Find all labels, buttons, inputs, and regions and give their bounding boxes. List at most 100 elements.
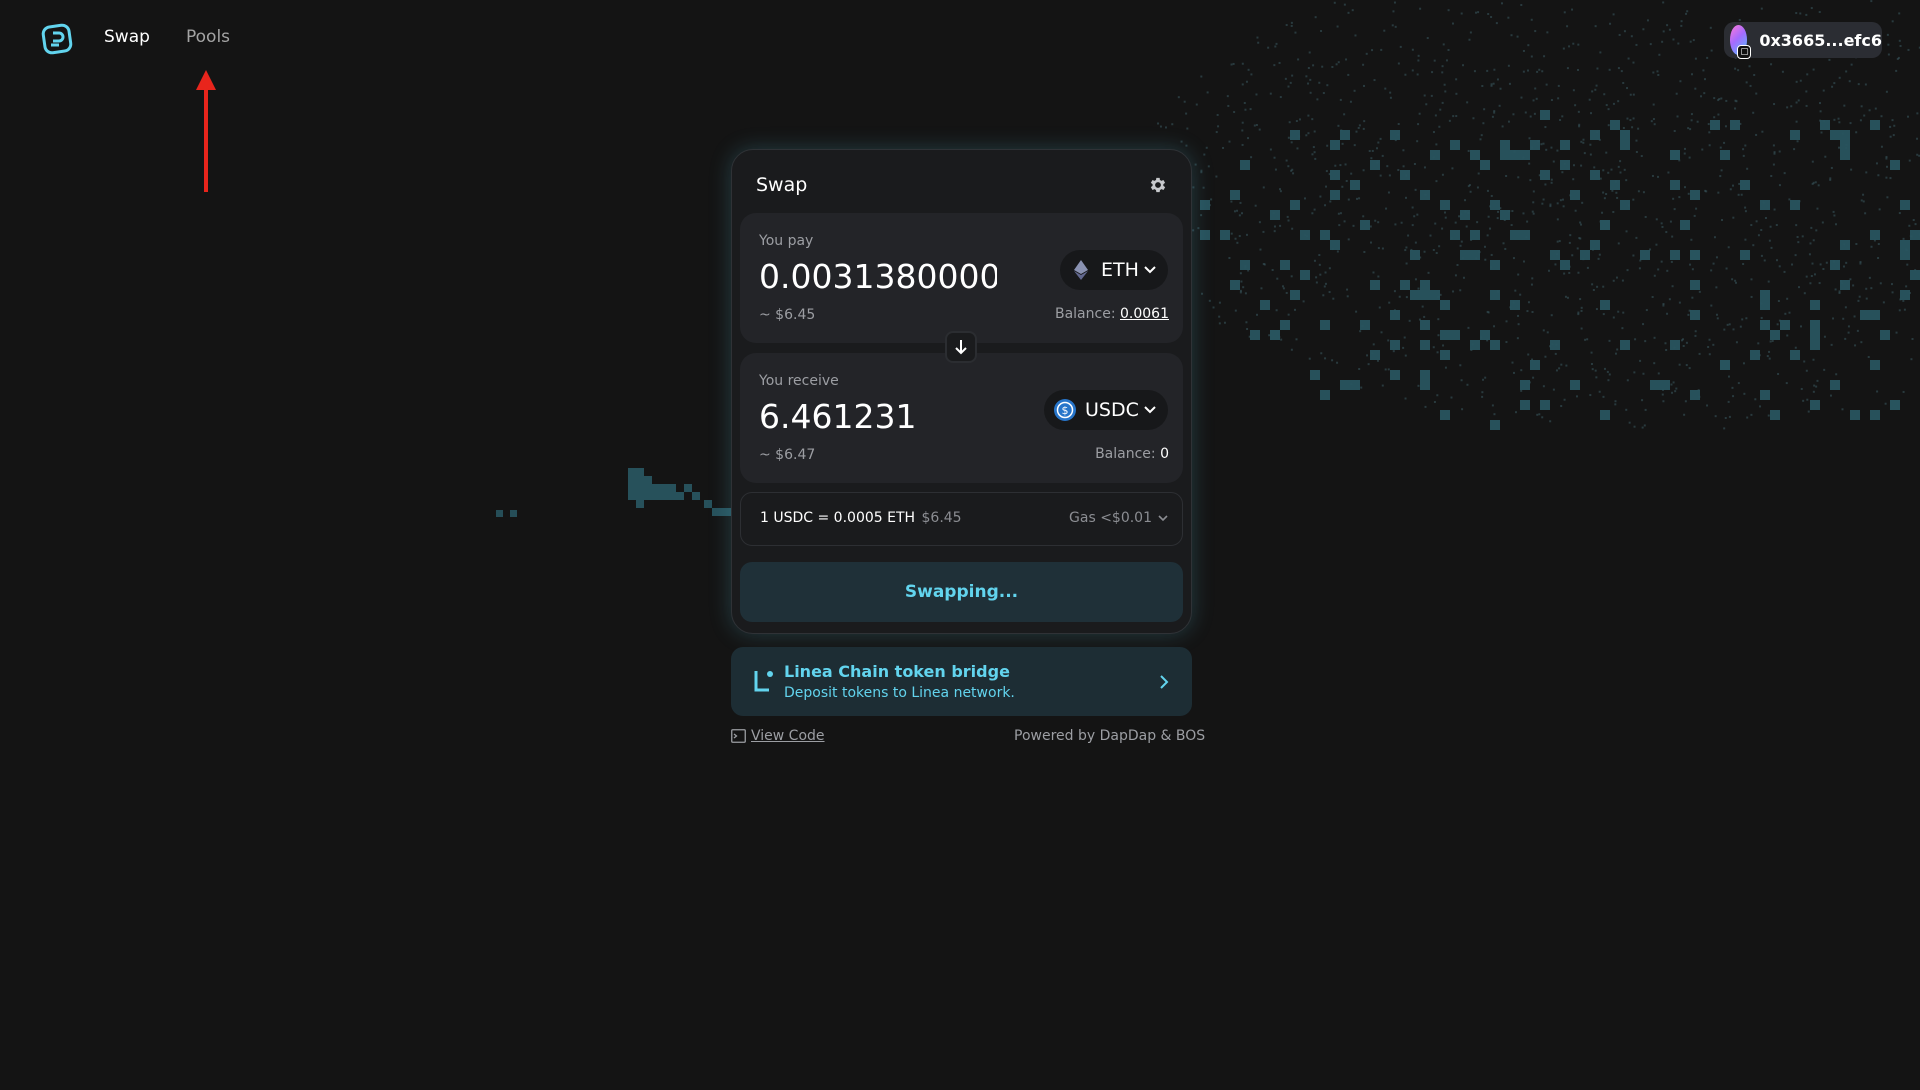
wallet-button[interactable]: ▢ 0x3665...efc6 (1724, 22, 1882, 59)
bg-pixel (1757, 342, 1760, 345)
bg-pixel (1590, 362, 1593, 365)
receive-balance-label: Balance: (1095, 446, 1161, 462)
receive-token-selector[interactable]: $ USDC (1044, 390, 1168, 430)
bg-pixel (1875, 162, 1878, 165)
bg-pixel (1760, 7, 1763, 10)
bg-pixel (1563, 398, 1566, 401)
logo-icon[interactable] (41, 23, 73, 55)
rate-row[interactable]: 1 USDC = 0.0005 ETH $6.45 Gas <$0.01 (740, 492, 1183, 546)
bg-pixel (1472, 117, 1475, 120)
bg-pixel (1786, 106, 1789, 109)
bg-pixel (1671, 285, 1674, 288)
bg-pixel (1593, 166, 1596, 169)
bridge-banner[interactable]: Linea Chain token bridge Deposit tokens … (731, 647, 1192, 716)
bg-pixel (1905, 285, 1908, 288)
bg-pixel (1417, 123, 1420, 126)
receive-amount[interactable]: 6.461231 (759, 397, 997, 441)
arrow-down-icon (955, 340, 967, 355)
bg-pixel (1734, 279, 1737, 282)
bg-pixel (1511, 361, 1514, 364)
bg-pixel (1731, 386, 1734, 389)
bg-pixel (1732, 184, 1735, 187)
bg-pixel (1556, 218, 1559, 221)
bg-pixel (1370, 160, 1380, 170)
switch-tokens-button[interactable] (945, 331, 977, 363)
bg-pixel (1407, 234, 1410, 237)
bg-pixel (1713, 97, 1716, 100)
bg-pixel (1750, 278, 1753, 281)
bg-pixel (628, 476, 636, 484)
bg-pixel (1435, 143, 1438, 146)
bg-pixel (1614, 400, 1617, 403)
bg-pixel (1524, 111, 1527, 114)
chevron-down-icon (1144, 406, 1156, 414)
bg-pixel (1577, 110, 1580, 113)
bg-pixel (1902, 299, 1905, 302)
bg-pixel (1413, 215, 1416, 218)
bg-pixel (1807, 410, 1810, 413)
bg-pixel (1379, 137, 1382, 140)
bg-pixel (1616, 196, 1619, 199)
bg-pixel (1397, 62, 1400, 65)
bg-pixel (1907, 115, 1910, 118)
bg-pixel (1900, 290, 1910, 300)
bg-pixel (1761, 130, 1764, 133)
bg-pixel (1332, 297, 1335, 300)
bg-pixel (1411, 48, 1414, 51)
bg-pixel (1560, 363, 1563, 366)
bg-pixel (1577, 43, 1580, 46)
bg-pixel (1456, 263, 1459, 266)
bg-pixel (1712, 343, 1715, 346)
pay-amount-input[interactable]: 0.003138000000 (759, 257, 997, 301)
bg-pixel (1660, 380, 1670, 390)
bg-pixel (644, 476, 652, 484)
bg-pixel (1744, 238, 1747, 241)
bg-pixel (1797, 99, 1800, 102)
bg-pixel (628, 484, 636, 492)
bg-pixel (1333, 1, 1336, 4)
bg-pixel (1670, 180, 1680, 190)
bg-pixel (1690, 238, 1693, 241)
bg-pixel (1623, 168, 1626, 171)
bg-pixel (1599, 177, 1602, 180)
bg-pixel (510, 510, 517, 517)
bg-pixel (1852, 284, 1855, 287)
bg-pixel (1707, 123, 1710, 126)
pay-balance-value[interactable]: 0.0061 (1120, 306, 1169, 322)
bg-pixel (1880, 145, 1883, 148)
bg-pixel (1239, 289, 1242, 292)
bg-pixel (1271, 268, 1274, 271)
bg-pixel (1582, 138, 1585, 141)
bg-pixel (1305, 75, 1308, 78)
gear-icon[interactable] (1148, 175, 1168, 195)
bg-pixel (1580, 223, 1583, 226)
powered-by: Powered by DapDap & BOS (1014, 728, 1206, 744)
bg-pixel (1717, 113, 1720, 116)
bg-pixel (1790, 350, 1800, 360)
bg-pixel (1810, 226, 1813, 229)
bg-pixel (1642, 372, 1645, 375)
bg-pixel (1522, 70, 1525, 73)
pay-token-selector[interactable]: ETH (1060, 250, 1168, 290)
swap-button[interactable]: Swapping... (740, 562, 1183, 622)
bg-pixel (1595, 376, 1598, 379)
bg-pixel (1865, 287, 1868, 290)
bg-pixel (1680, 24, 1683, 27)
bg-pixel (1279, 96, 1282, 99)
bg-pixel (1691, 268, 1694, 271)
bg-pixel (1640, 155, 1643, 158)
bg-pixel (1742, 263, 1745, 266)
bg-pixel (1639, 359, 1642, 362)
bg-pixel (1870, 310, 1880, 320)
nav-swap[interactable]: Swap (104, 27, 150, 47)
bg-pixel (1512, 113, 1515, 116)
nav-pools[interactable]: Pools (186, 27, 230, 47)
bg-pixel (1290, 348, 1293, 351)
bg-pixel (1353, 89, 1356, 92)
gas-estimate[interactable]: Gas <$0.01 (1069, 510, 1168, 526)
bg-pixel (1885, 176, 1888, 179)
bg-pixel (1549, 420, 1552, 423)
bg-pixel (1686, 10, 1689, 13)
view-code-link[interactable]: View Code (731, 728, 825, 744)
bg-pixel (1379, 174, 1382, 177)
